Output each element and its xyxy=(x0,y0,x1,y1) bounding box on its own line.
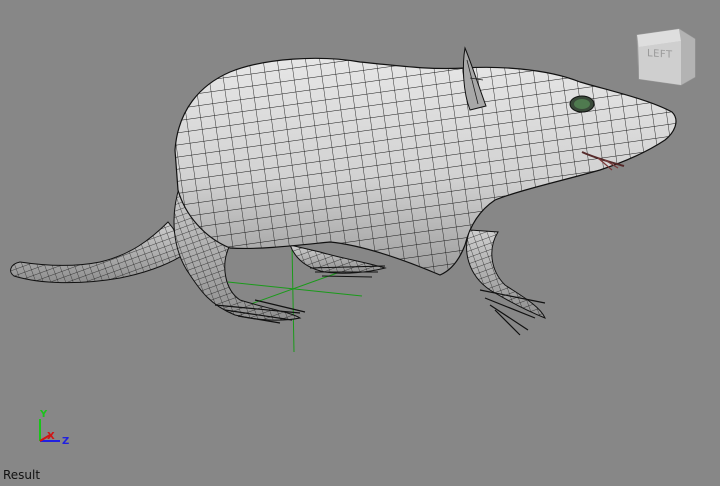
scene-canvas[interactable] xyxy=(0,0,720,486)
axis-y-label: Y xyxy=(40,409,48,420)
axis-x-label: X xyxy=(47,431,55,442)
viewport-name-label: Result xyxy=(3,468,41,482)
axis-triad-icon xyxy=(39,419,60,442)
axis-z-label: Z xyxy=(62,436,70,447)
3d-viewport[interactable]: LEFT Y X Z Result xyxy=(0,0,720,486)
rat-body[interactable] xyxy=(160,40,690,290)
view-cube-face-label[interactable]: LEFT xyxy=(647,48,673,61)
rat-eye xyxy=(569,95,595,113)
rat-tail[interactable] xyxy=(0,200,200,300)
rat-front-leg[interactable] xyxy=(455,225,555,336)
